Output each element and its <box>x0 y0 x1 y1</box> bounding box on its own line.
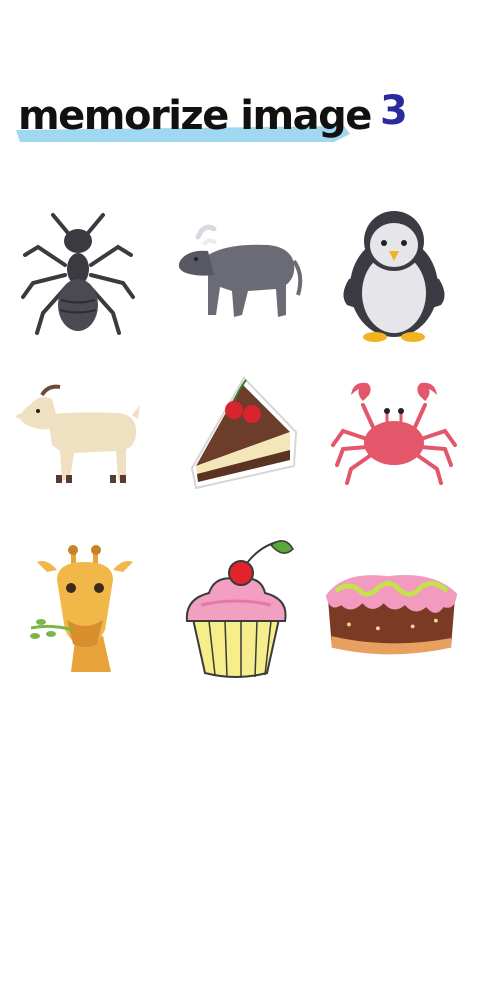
cupcake-icon <box>185 540 294 678</box>
giraffe-icon <box>30 545 133 672</box>
goat-icon <box>16 384 140 483</box>
round-counter: 3 <box>380 88 408 134</box>
ant-icon <box>21 213 135 335</box>
buffalo-icon <box>178 224 303 317</box>
cake-icon <box>325 575 458 655</box>
grid-item-penguin[interactable] <box>324 200 464 350</box>
grid-item-goat[interactable] <box>6 360 146 510</box>
page-title: memorize image <box>18 93 372 139</box>
grid-item-cake[interactable] <box>320 535 460 685</box>
grid-item-cupcake[interactable] <box>166 535 306 685</box>
grid-item-ant[interactable] <box>8 200 148 350</box>
grid-item-cake-slice[interactable] <box>172 360 312 510</box>
title-area: memorize image <box>14 88 372 154</box>
cake-slice-icon <box>190 376 298 490</box>
image-grid <box>0 200 480 700</box>
grid-item-buffalo[interactable] <box>168 200 308 350</box>
grid-item-giraffe[interactable] <box>12 535 152 685</box>
penguin-icon <box>343 211 445 342</box>
grid-item-crab[interactable] <box>324 360 464 510</box>
crab-icon <box>331 382 457 485</box>
